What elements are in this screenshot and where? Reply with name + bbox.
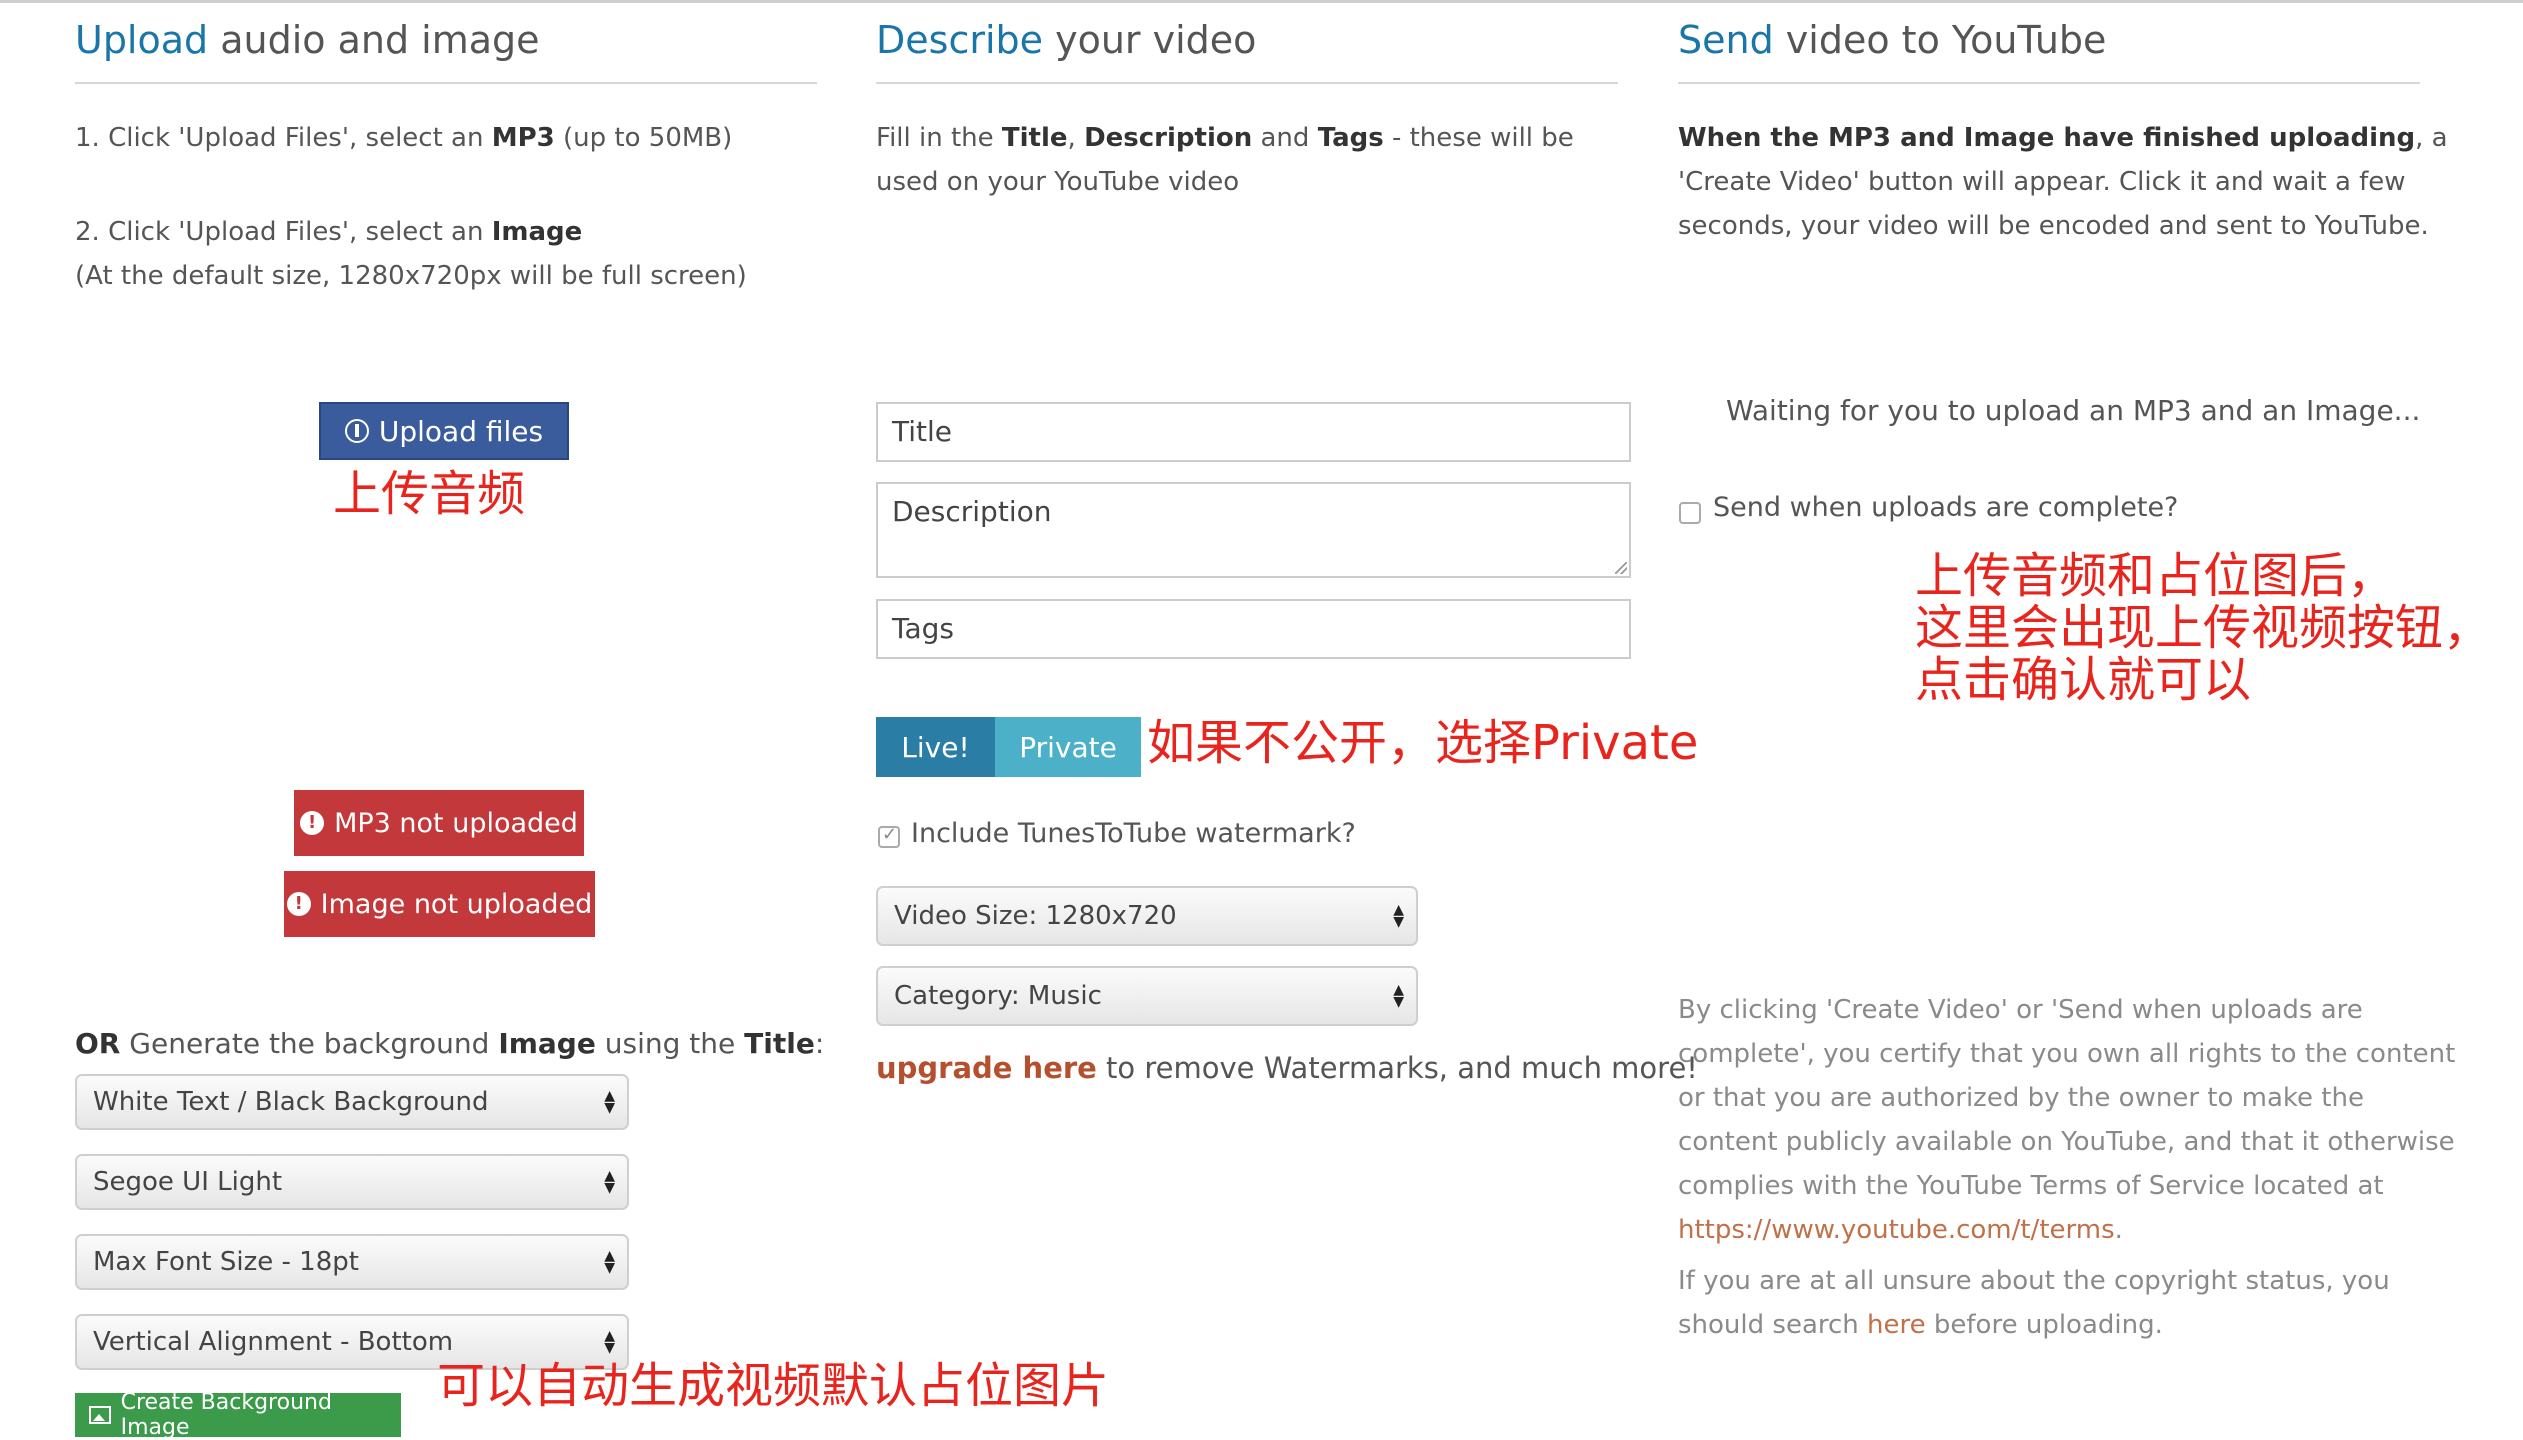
upload-heading-rule (75, 82, 817, 84)
privacy-toggle: Live! Private (876, 717, 1141, 777)
tags-field[interactable]: Tags (876, 599, 1631, 659)
watermark-label: Include TunesToTube watermark? (911, 818, 1356, 849)
annotation-upload-audio: 上传音频 (333, 466, 526, 522)
send-when-complete-checkbox[interactable] (1679, 502, 1701, 524)
mp3-status-badge: ! MP3 not uploaded (294, 790, 584, 856)
updown-arrows-icon: ▲ ▼ (604, 1328, 615, 1356)
copyright-note: If you are at all unsure about the copyr… (1678, 1266, 2390, 1340)
copyright-search-link[interactable]: here (1867, 1310, 1926, 1340)
legal-text: By clicking 'Create Video' or 'Send when… (1678, 995, 2456, 1245)
send-heading-rule (1678, 82, 2420, 84)
category-select[interactable]: Category: Music ▲ ▼ (876, 966, 1418, 1026)
annotation-private: 如果不公开，选择Private (1147, 715, 1699, 771)
exclamation-circle-icon: ! (300, 811, 325, 835)
upload-files-button[interactable]: Upload files (319, 402, 569, 460)
step2-text: 2. Click 'Upload Files', select an Image… (75, 217, 747, 291)
upload-heading: Upload audio and image (75, 18, 540, 62)
watermark-checkbox[interactable] (878, 824, 900, 848)
text-color-select[interactable]: White Text / Black Background ▲ ▼ (75, 1074, 629, 1130)
upgrade-link[interactable]: upgrade here (876, 1051, 1097, 1085)
updown-arrows-icon: ▲ ▼ (604, 1168, 615, 1196)
upgrade-text: upgrade here to remove Watermarks, and m… (876, 1051, 1698, 1085)
create-background-button[interactable]: Create Background Image (75, 1390, 401, 1440)
updown-arrows-icon: ▲ ▼ (1393, 902, 1404, 930)
exclamation-circle-icon: ! (286, 892, 311, 916)
updown-arrows-icon: ▲ ▼ (604, 1088, 615, 1116)
upload-circle-icon (344, 419, 369, 443)
describe-intro: Fill in the Title, Description and Tags … (876, 123, 1574, 197)
font-select[interactable]: Segoe UI Light ▲ ▼ (75, 1154, 629, 1210)
resize-handle-icon[interactable] (1615, 562, 1627, 574)
waiting-status: Waiting for you to upload an MP3 and an … (1726, 394, 2421, 427)
describe-heading: Describe your video (876, 18, 1257, 62)
live-option[interactable]: Live! (876, 717, 995, 777)
image-status-badge: ! Image not uploaded (284, 871, 595, 937)
send-heading: Send video to YouTube (1678, 18, 2107, 62)
font-size-select[interactable]: Max Font Size - 18pt ▲ ▼ (75, 1234, 629, 1290)
video-size-select[interactable]: Video Size: 1280x720 ▲ ▼ (876, 886, 1418, 946)
updown-arrows-icon: ▲ ▼ (604, 1248, 615, 1276)
annotation-send: 上传音频和占位图后， 这里会出现上传视频按钮， 点击确认就可以 (1915, 548, 2492, 708)
step1-text: 1. Click 'Upload Files', select an MP3 (… (75, 123, 733, 153)
annotation-background: 可以自动生成视频默认占位图片 (437, 1358, 1110, 1414)
send-when-complete-label: Send when uploads are complete? (1713, 492, 2179, 523)
title-field[interactable]: Title (876, 402, 1631, 462)
private-option[interactable]: Private (995, 717, 1141, 777)
generate-label: OR Generate the background Image using t… (75, 1027, 825, 1060)
describe-heading-rule (876, 82, 1618, 84)
description-field[interactable]: Description (876, 482, 1631, 578)
image-icon (89, 1406, 111, 1424)
top-border (0, 0, 2523, 3)
send-intro: When the MP3 and Image have finished upl… (1678, 123, 2448, 241)
updown-arrows-icon: ▲ ▼ (1393, 982, 1404, 1010)
youtube-terms-link[interactable]: https://www.youtube.com/t/terms (1678, 1215, 2115, 1245)
